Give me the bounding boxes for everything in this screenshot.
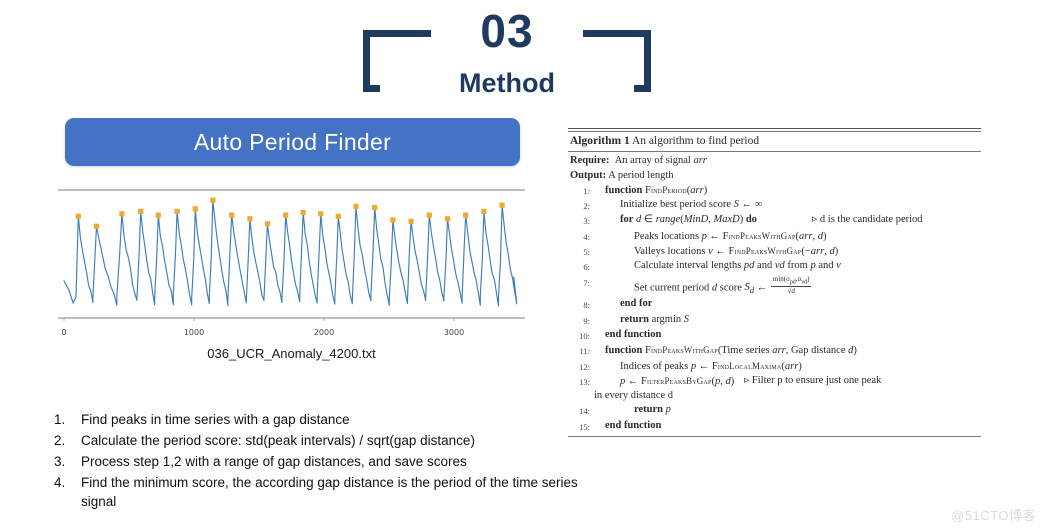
step-number: 2. (54, 433, 66, 448)
method-step: 2. Calculate the period score: std(peak i… (48, 431, 593, 450)
algorithm-line-number: 2: (583, 201, 590, 212)
algorithm-title-rule (568, 151, 981, 153)
algorithm-line-number: 8: (583, 300, 590, 311)
algorithm-line-body: for d ∈ range(MinD, MaxD) do ▹ d is the c… (594, 213, 981, 227)
algorithm-line: 13: p ← FilterPeaksByGap(p, d) ▹ Filter p … (568, 374, 981, 389)
algorithm-line: 14: return p (568, 403, 981, 418)
algorithm-line-number: 5: (583, 247, 590, 258)
step-number: 3. (54, 454, 66, 469)
algorithm-line: 7: Set current period d score Sd ← min(σp… (568, 275, 981, 298)
algorithm-output-text: A period length (608, 169, 674, 181)
algorithm-line: 9: return argmin S (568, 313, 981, 328)
algorithm-line-comment: ▹ d is the candidate period (812, 214, 923, 226)
timeseries-plot (58, 186, 525, 328)
algorithm-line-number: 1: (583, 185, 590, 196)
algorithm-line-number: 9: (583, 315, 590, 326)
algorithm-line-number: 7: (583, 277, 590, 288)
algorithm-line-continuation: in every distance d (594, 390, 674, 402)
algorithm-top-rule (568, 128, 981, 132)
banner-label: Auto Period Finder (193, 128, 392, 155)
algorithm-line-body: end function (605, 328, 662, 340)
step-text: Calculate the period score: std(peak int… (81, 433, 475, 448)
algorithm-line: 10: end function (568, 328, 981, 343)
step-text: Find peaks in time series with a gap dis… (81, 412, 350, 427)
method-step: 1. Find peaks in time series with a gap d… (48, 410, 593, 429)
figure-caption: 036_UCR_Anomaly_4200.txt (207, 346, 376, 361)
algorithm-line: 4: Peaks locations p ← FindPeaksWithGap(a… (568, 229, 981, 244)
watermark: @51CTO博客 (951, 508, 1036, 523)
auto-period-finder-banner: Auto Period Finder (65, 118, 520, 166)
algorithm-line-body: Initialize best period score S ← ∞ (620, 199, 763, 211)
algorithm-line-number: 13: (579, 376, 590, 387)
x-tick-label: 1000 (183, 328, 205, 337)
algorithm-line: 11: function FindPeaksWithGap(Time series… (568, 343, 981, 358)
algorithm-line: 8: end for (568, 297, 981, 312)
algorithm-line-number: 4: (583, 231, 590, 242)
page-title: Method (459, 68, 555, 98)
algorithm-output: Output: A period length (568, 169, 981, 183)
algorithm-line: 12: Indices of peaks p ← FindLocalMaxima(… (568, 359, 981, 374)
algorithm-line-number: 3: (583, 216, 590, 227)
algorithm-line-number: 10: (579, 330, 590, 341)
algorithm-line: 2: Initialize best period score S ← ∞ (568, 198, 981, 213)
algorithm-require-label: Require: (570, 155, 610, 167)
algorithm-line-body: Set current period d score Sd ← min(σpd,… (634, 274, 812, 296)
algorithm-line-number: 14: (579, 406, 590, 417)
algorithm-line-body: function FindPeriod(arr) (605, 184, 708, 196)
algorithm-line: 1: function FindPeriod(arr) (568, 183, 981, 198)
section-header: 03 Method (363, 8, 651, 100)
x-axis-tick-labels: 0 1000 2000 3000 (58, 328, 525, 344)
algorithm-line-body: return argmin S (620, 313, 690, 325)
algorithm-line-body: Calculate interval lengths pd and vd fro… (634, 260, 841, 272)
left-column: Auto Period Finder 0 1000 2000 3000 036_UCR… (40, 118, 578, 518)
step-text: Find the minimum score, the according ga… (81, 475, 578, 509)
algorithm-output-label: Output: (570, 169, 607, 181)
algorithm-title-label: Algorithm 1 (570, 135, 630, 147)
algorithm-line: 6: Calculate interval lengths pd and vd f… (568, 259, 981, 274)
algorithm-line-number: 15: (579, 421, 590, 432)
algorithm-line: 3: for d ∈ range(MinD, MaxD) do ▹ d is the… (568, 213, 981, 228)
algorithm-title-text: An algorithm to find period (631, 135, 760, 147)
algorithm-require: Require: An array of signal arr (568, 154, 981, 168)
method-step: 4. Find the minimum score, the according … (48, 473, 593, 511)
algorithm-line-number: 6: (583, 262, 590, 273)
algorithm-line-number: 11: (579, 346, 590, 357)
step-number: 4. (54, 475, 66, 490)
x-tick-label: 2000 (313, 328, 335, 337)
algorithm-line-number: 12: (579, 361, 590, 372)
algorithm-bottom-rule (568, 435, 981, 437)
algorithm-line-comment: ▹ Filter p to ensure just one peak (744, 374, 882, 386)
algorithm-title: Algorithm 1 An algorithm to find period (568, 134, 981, 149)
timeseries-figure: 0 1000 2000 3000 036_UCR_Anomaly_4200.txt (58, 186, 525, 371)
algorithm-line-body: function FindPeaksWithGap(Time series ar… (605, 345, 857, 357)
algorithm-line: 5: Valleys locations v ← FindPeaksWithGap… (568, 244, 981, 259)
algorithm-line-body: p ← FilterPeaksByGap(p, d) ▹ Filter p to … (620, 374, 882, 387)
step-text: Process step 1,2 with a range of gap dis… (81, 454, 467, 469)
section-number: 03 (480, 5, 534, 57)
algorithm-line: 15: end function (568, 419, 981, 434)
algorithm-lines: 1: function FindPeriod(arr) 2: Initialize b… (568, 183, 981, 434)
algorithm-pseudocode-block: Algorithm 1 An algorithm to find period … (568, 128, 981, 439)
step-number: 1. (54, 412, 66, 427)
x-tick-label: 3000 (443, 328, 465, 337)
algorithm-line-body: Indices of peaks p ← FindLocalMaxima(arr… (620, 360, 802, 372)
method-steps-list: 1. Find peaks in time series with a gap d… (48, 410, 593, 513)
algorithm-line-body: end for (620, 298, 653, 310)
algorithm-line-body: end function (605, 419, 662, 431)
algorithm-line-body: Valleys locations v ← FindPeaksWithGap(−… (634, 246, 839, 258)
algorithm-require-text: An array of signal arr (612, 155, 707, 167)
algorithm-line-body: Peaks locations p ← FindPeaksWithGap(arr… (634, 230, 827, 242)
algorithm-line-body: return p (634, 404, 671, 416)
x-tick-label: 0 (61, 328, 67, 337)
method-step: 3. Process step 1,2 with a range of gap d… (48, 452, 593, 471)
